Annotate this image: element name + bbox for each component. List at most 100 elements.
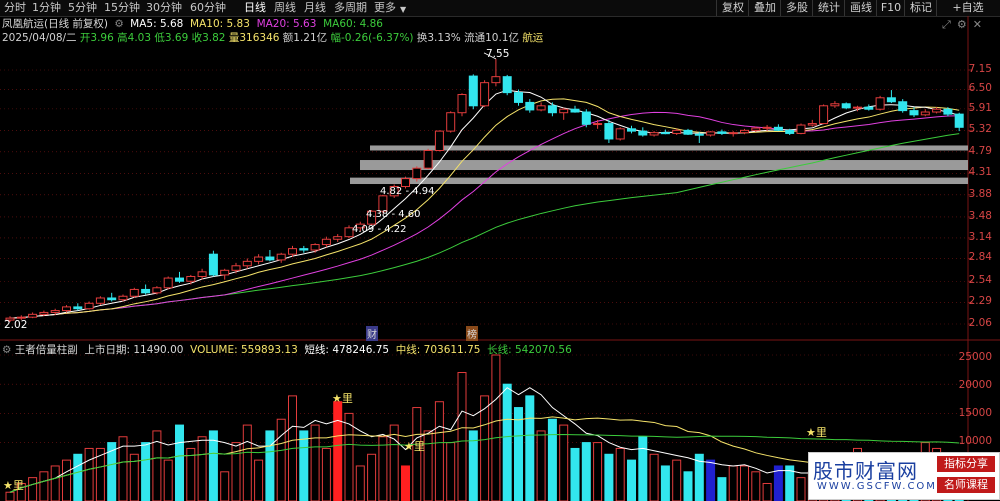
ma20-line [9, 111, 960, 319]
volume-bar [525, 395, 535, 501]
volume-bar [265, 430, 275, 501]
volume-bar [547, 418, 557, 501]
candle-body [547, 105, 557, 114]
volume-bar [536, 430, 546, 501]
candle-body [457, 94, 467, 114]
candle-body [898, 101, 908, 112]
volume-bar [514, 407, 523, 501]
candlestick-chart[interactable] [0, 0, 1000, 501]
volume-bar [321, 447, 331, 501]
price-tick-label: 4.79 [968, 144, 992, 157]
candle-body [254, 256, 264, 262]
candle-body [220, 269, 230, 276]
volume-bar [220, 471, 230, 501]
candle-body [920, 111, 930, 116]
candle-body [186, 275, 196, 282]
candle-body [773, 126, 783, 131]
candle-body [660, 132, 670, 135]
volume-bar [276, 418, 286, 501]
volume-bar [751, 471, 761, 501]
volume-bar [254, 459, 264, 501]
candle-body [129, 288, 139, 297]
volume-bar [593, 442, 603, 501]
candle-body [321, 238, 331, 246]
price-tick-label: 2.06 [968, 317, 992, 329]
candle-body [333, 236, 343, 240]
price-tick-label: 3.14 [968, 230, 992, 243]
volume-bar [39, 471, 49, 501]
candle-body [728, 132, 738, 135]
price-tick-label: 7.15 [968, 63, 992, 75]
candle-body [480, 82, 490, 107]
candle-body [536, 105, 546, 111]
volume-bar [728, 465, 738, 501]
zone1-label: 4.82 - 4.94 [380, 186, 435, 197]
candle-body [73, 306, 83, 310]
candle-body [570, 108, 580, 113]
vol-axis-25000: 25000 [958, 351, 992, 363]
volume-bar [208, 430, 218, 501]
volume-bar [627, 459, 636, 501]
price-tick-label: 2.29 [968, 295, 992, 308]
candle-body [299, 248, 309, 251]
candle-body [751, 127, 761, 131]
indicator-name: 王者倍量柱副 [14, 344, 78, 356]
event-tag-bang[interactable]: 榜 [466, 326, 478, 341]
volume-bar [28, 477, 38, 501]
volume-bar [333, 401, 343, 501]
indicator-long: 长线: 542070.56 [487, 344, 572, 356]
watermark-url: WWW.GSCFW.COM [817, 481, 937, 492]
candle-body [581, 111, 591, 125]
volume-bar [649, 453, 659, 501]
price-tick-label: 6.50 [968, 82, 992, 95]
candle-body [864, 106, 874, 110]
candle-body [525, 101, 535, 111]
zone3-label: 4.09 - 4.22 [352, 224, 407, 235]
star-label-3: ★里 [806, 426, 827, 439]
volume-bar [762, 482, 772, 501]
candle-body [649, 132, 659, 136]
indicator-volume: VOLUME: 559893.13 [190, 344, 298, 356]
volume-bar [186, 447, 196, 501]
candle-body [638, 130, 648, 136]
volume-bar [672, 459, 682, 501]
volume-bar [355, 465, 365, 501]
candle-body [39, 311, 49, 315]
event-tag-cai[interactable]: 财 [366, 326, 378, 341]
price-tick-label: 2.54 [968, 274, 992, 287]
candle-body [819, 105, 829, 125]
candle-body [830, 103, 840, 107]
volume-bar [740, 465, 749, 501]
volume-bar [457, 372, 467, 501]
volume-bar [84, 447, 94, 501]
price-tick-label: 3.48 [968, 209, 992, 222]
candle-body [265, 256, 275, 261]
candle-body [841, 103, 851, 109]
volume-bar [683, 471, 693, 501]
volume-bar [446, 442, 456, 501]
candle-body [683, 129, 693, 135]
candle-body [853, 106, 862, 109]
candle-body [412, 167, 422, 180]
candle-body [706, 131, 716, 136]
volume-bar [141, 442, 151, 501]
volume-bar [434, 401, 444, 501]
volume-bar [378, 436, 388, 501]
ma10-line [9, 98, 960, 319]
volume-bar [50, 465, 60, 501]
indicator-gear-icon[interactable]: ⚙ [2, 344, 11, 356]
candle-body [785, 129, 795, 134]
candle-body [84, 302, 94, 310]
candle-body [446, 112, 456, 132]
candle-body [796, 124, 806, 134]
volume-bar [299, 430, 309, 501]
watermark-logo: 股市财富网 WWW.GSCFW.COM 指标分享 名师课程 [808, 452, 1000, 500]
price-tick-label: 3.88 [968, 187, 992, 200]
volume-bar [491, 354, 501, 501]
candle-body [875, 97, 885, 110]
candle-body [627, 128, 636, 132]
volume-bar [502, 383, 512, 501]
volume-bar [5, 491, 15, 501]
candle-body [502, 76, 512, 94]
candle-body [932, 108, 942, 113]
